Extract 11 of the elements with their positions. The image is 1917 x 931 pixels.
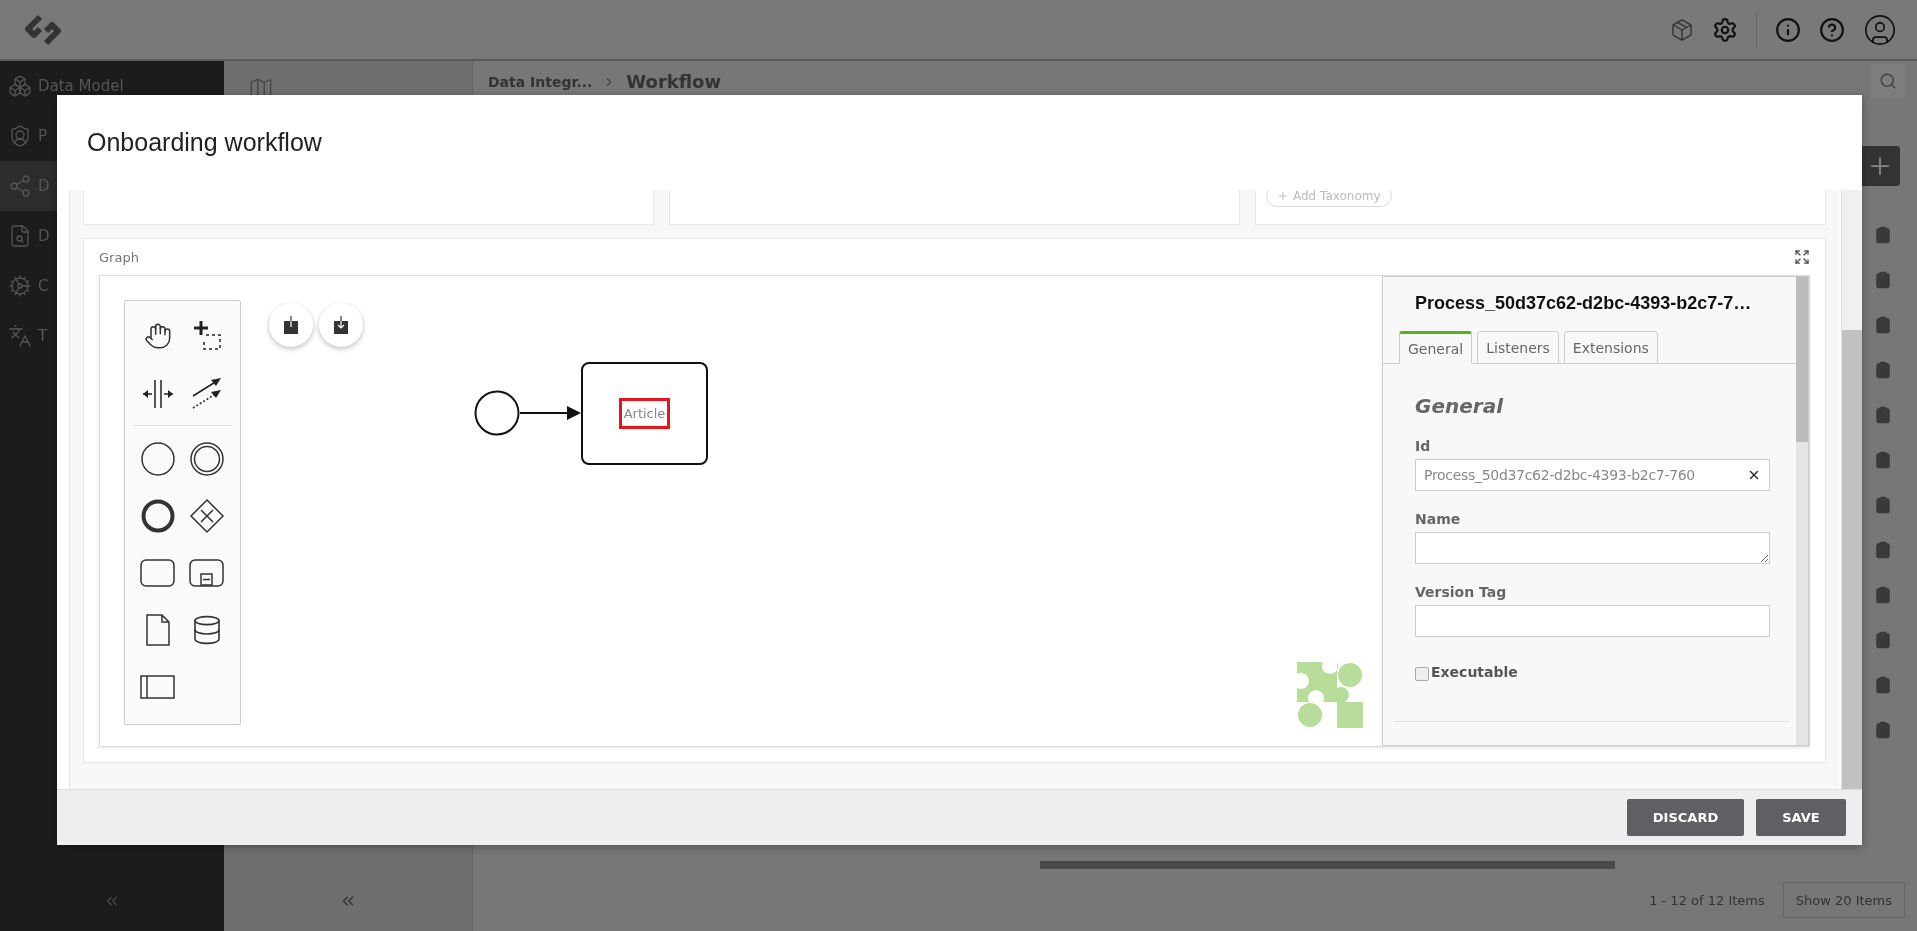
checkbox-label: Executable — [1431, 664, 1518, 680]
field-label: Name — [1415, 511, 1462, 527]
field-label: Version Tag — [1415, 584, 1508, 600]
graph-label: Graph — [99, 249, 139, 265]
pagination-summary: 1 - 12 of 12 Items — [1649, 892, 1765, 908]
dialog-title: Onboarding workflow — [87, 128, 322, 157]
breadcrumb-item: Workflow — [626, 71, 722, 92]
properties-title: Process_50d37c62-d2bc-4393-b2c7-7… — [1414, 292, 1753, 315]
field-label: Id — [1415, 438, 1432, 454]
section-heading: General — [1415, 394, 1505, 418]
chip-label: Add Taxonomy — [1293, 190, 1381, 203]
